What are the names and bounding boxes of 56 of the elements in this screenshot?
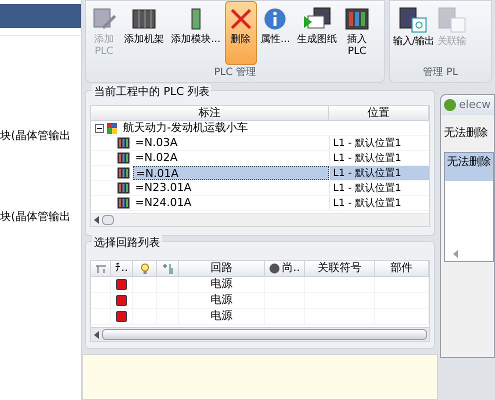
column-header[interactable]: 标注 bbox=[91, 106, 329, 120]
ribbon-button[interactable]: 输入/输出 bbox=[392, 1, 435, 65]
ribbon-button[interactable]: 属性... bbox=[258, 1, 294, 65]
table-cell: L1 - 默认位置1 bbox=[329, 166, 429, 180]
column-header[interactable]: 关联符号 bbox=[305, 261, 375, 276]
tree-item[interactable]: =N.03A bbox=[133, 136, 180, 150]
table-cell: L1 - 默认位置1 bbox=[329, 151, 429, 165]
scrollbar-thumb[interactable] bbox=[102, 329, 427, 340]
ribbon-button[interactable]: 添加模块... bbox=[168, 1, 224, 65]
plc-rack-icon bbox=[117, 152, 130, 164]
tree-item[interactable]: =N24.01A bbox=[133, 196, 194, 210]
collapse-toggle[interactable] bbox=[95, 124, 104, 132]
ribbon-button[interactable]: 插入 PLC bbox=[341, 1, 374, 65]
module-icon bbox=[188, 6, 203, 32]
column-header[interactable]: 位置 bbox=[329, 106, 429, 120]
tree-item[interactable]: 航天动力-发动机运载小车 bbox=[123, 120, 248, 136]
list-item[interactable]: 无法删除 bbox=[445, 152, 493, 180]
dialog-message: 无法删除 bbox=[444, 125, 488, 141]
plc-rack-icon bbox=[117, 197, 130, 209]
tree-item[interactable]: =N23.01A bbox=[133, 181, 194, 195]
table-cell-text: 电源 bbox=[210, 276, 232, 292]
scrollbar-thumb[interactable] bbox=[102, 215, 114, 225]
io-icon bbox=[398, 6, 428, 34]
ribbon-button[interactable]: 添加机架 bbox=[121, 1, 167, 65]
group-label: PLC 管理 bbox=[213, 66, 257, 80]
list-item-text: 块(晶体管输出 bbox=[0, 128, 70, 144]
info-icon bbox=[262, 6, 288, 32]
column-header[interactable]: 部件 bbox=[375, 261, 429, 276]
wire-icon bbox=[94, 264, 106, 274]
list-item-text: 块(晶体管输出 bbox=[0, 208, 70, 224]
tree-item[interactable]: =N.01A bbox=[133, 166, 329, 180]
plc-rack-icon bbox=[117, 167, 130, 179]
sphere-icon bbox=[269, 263, 280, 274]
table-cell-text: 电源 bbox=[210, 292, 232, 308]
column-header-text: 尚.. bbox=[282, 260, 300, 276]
table-cell: L1 - 默认位置1 bbox=[329, 196, 429, 210]
column-header[interactable]: ﾁ.. bbox=[111, 261, 133, 276]
plc-wrench-icon bbox=[91, 6, 117, 32]
group-label: 管理 PL bbox=[422, 66, 459, 80]
terminal-icon bbox=[162, 262, 174, 274]
dialog-title: elecw bbox=[459, 96, 491, 113]
column-header[interactable]: 尚.. bbox=[265, 261, 305, 276]
ribbon-button[interactable]: 生成图纸 bbox=[294, 1, 340, 65]
column-header[interactable]: 回路 bbox=[179, 261, 265, 276]
app-logo-icon bbox=[444, 99, 456, 111]
plc-rack-icon bbox=[117, 182, 130, 194]
ribbon-button[interactable]: 删除 bbox=[224, 1, 257, 65]
plc-rack-icon bbox=[117, 137, 130, 149]
table-cell-text: 电源 bbox=[210, 308, 232, 324]
table-cell: L1 - 默认位置1 bbox=[329, 181, 429, 195]
plc-rack-icon bbox=[344, 6, 370, 32]
table-cell: L1 - 默认位置1 bbox=[329, 136, 429, 150]
project-icon bbox=[106, 122, 118, 134]
io-link-icon bbox=[436, 6, 467, 34]
tree-item[interactable]: =N.02A bbox=[133, 151, 180, 165]
lightbulb-icon bbox=[140, 262, 150, 274]
